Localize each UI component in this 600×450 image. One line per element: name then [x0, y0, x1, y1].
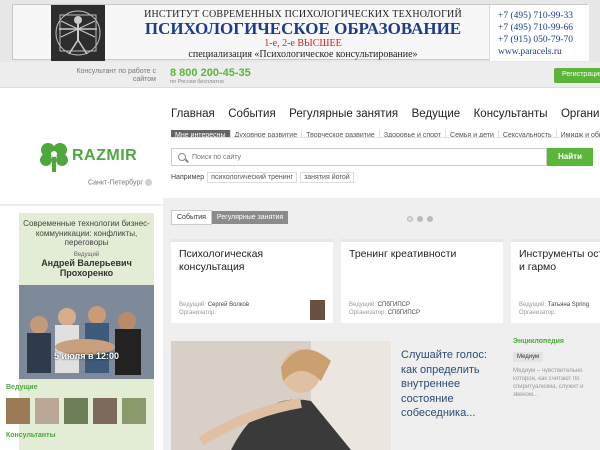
header-strip: Консультант по работе с сайтом 8 800 200…: [0, 62, 600, 88]
city-selector[interactable]: Санкт-Петербург: [88, 179, 152, 186]
city-name: Санкт-Петербург: [88, 179, 143, 187]
leader-name[interactable]: Татьяна Spring: [548, 302, 589, 308]
search-examples: Например психологический тренинг занятия й…: [171, 172, 354, 183]
leader-name[interactable]: Сергей Волков: [208, 302, 249, 308]
hotline-number[interactable]: 8 800 200-45-35: [170, 67, 251, 79]
search-icon: [178, 153, 186, 161]
promo-photo: [19, 285, 154, 379]
category-interests[interactable]: Мне интересны: [171, 130, 231, 137]
carousel-dots: [407, 209, 437, 227]
encyclopedia-block: Энциклопедия Медиум Медиум – чувствитель…: [513, 338, 600, 450]
banner-phone-1: +7 (495) 710-99-33: [498, 11, 574, 21]
example-tag[interactable]: занятия йогой: [300, 172, 354, 183]
site-consultant-note[interactable]: Консультант по работе с сайтом: [72, 68, 156, 84]
leaders-avatars: [6, 398, 156, 428]
nav-item-events[interactable]: События: [228, 108, 275, 120]
consultants-heading[interactable]: Консультанты: [6, 432, 56, 439]
event-title[interactable]: Инструменты оста в балансе и гармо: [519, 248, 600, 274]
examples-label: Например: [171, 174, 205, 181]
nav-item-home[interactable]: Главная: [171, 108, 215, 120]
carousel-dot[interactable]: [427, 216, 433, 222]
hotline: 8 800 200-45-35 по России бесплатно: [170, 67, 251, 85]
tree-icon: [40, 143, 68, 172]
top-banner[interactable]: ИНСТИТУТ СОВРЕМЕННЫХ ПСИХОЛОГИЧЕСКИХ ТЕХ…: [0, 0, 600, 62]
category-spiritual[interactable]: Духовное развитие: [231, 130, 303, 137]
category-image[interactable]: Имидж и обр: [557, 130, 600, 137]
leader-name[interactable]: СПбГИПСР: [378, 302, 410, 308]
event-card[interactable]: Тренинг креативности Ведущий: СПбГИПСР О…: [341, 239, 503, 323]
banner-phone-2: +7 (495) 710-99-66: [498, 23, 574, 33]
example-tag[interactable]: психологический тренинг: [207, 172, 298, 183]
search-box: [171, 148, 547, 166]
encyclopedia-excerpt: Медиум – чувствительно которое, как счит…: [513, 368, 584, 398]
register-button[interactable]: Регистрация: [554, 68, 600, 83]
banner-degree: 1-е, 2-е ВЫСШЕЕ: [264, 38, 342, 49]
hotline-note: по России бесплатно: [170, 79, 224, 85]
organizer-label: Организатор:: [349, 310, 387, 316]
leader-label: Ведущий:: [349, 302, 377, 308]
event-card[interactable]: Инструменты оста в балансе и гармо Ведущ…: [511, 239, 600, 323]
avatar[interactable]: [35, 398, 59, 424]
tab-regular[interactable]: Регулярные занятия: [211, 211, 289, 224]
avatar[interactable]: [64, 398, 88, 424]
events-section: События Регулярные занятия Психологическа…: [163, 198, 600, 450]
avatar[interactable]: [93, 398, 117, 424]
leader-label: Ведущий:: [519, 302, 547, 308]
events-tabs: События Регулярные занятия: [171, 206, 289, 225]
carousel-dot[interactable]: [417, 216, 423, 222]
encyclopedia-term[interactable]: Медиум: [513, 352, 544, 362]
organizer-name[interactable]: СПбГИПСР: [388, 310, 420, 316]
leader-label: Ведущий:: [179, 302, 207, 308]
avatar[interactable]: [6, 398, 30, 424]
nav-item-regular[interactable]: Регулярные занятия: [289, 108, 398, 120]
divider: [0, 204, 163, 206]
organizer-label: Организатор:: [519, 310, 557, 316]
page: ИНСТИТУТ СОВРЕМЕННЫХ ПСИХОЛОГИЧЕСКИХ ТЕХ…: [0, 0, 600, 450]
leaders-heading[interactable]: Ведущие: [6, 384, 37, 391]
carousel-dot[interactable]: [407, 216, 413, 222]
article-title[interactable]: Слушайте голос: как определить внутренне…: [401, 348, 501, 421]
main-nav: Главная События Регулярные занятия Ведущ…: [171, 104, 600, 120]
chevron-down-icon: [144, 179, 152, 186]
logo-wordmark: RAZMIR: [72, 147, 138, 164]
event-meta: Ведущий: Сергей Волков Организатор:: [179, 301, 249, 317]
category-nav: Мне интересны Духовное развитие Творческое…: [171, 124, 600, 138]
vitruvian-man-logo: [51, 5, 105, 61]
promo-leader-name: Андрей Валерьевич Прохоренко: [41, 257, 132, 278]
category-sexuality[interactable]: Сексуальность: [499, 130, 557, 137]
organizer-label: Организатор:: [179, 310, 217, 316]
tab-events[interactable]: События: [171, 210, 212, 225]
banner-phone-3: +7 (915) 050-79-70: [498, 35, 574, 45]
event-card[interactable]: Психологическая консультация Ведущий: Се…: [171, 239, 333, 323]
promo-date: 5 июля в 12:00: [53, 351, 120, 361]
banner-specialization: специализация «Психологическое консульти…: [188, 49, 418, 60]
nav-item-organizations[interactable]: Организации: [561, 108, 600, 120]
banner-website[interactable]: www.paracels.ru: [498, 46, 589, 58]
article-image[interactable]: [171, 341, 391, 450]
event-meta: Ведущий: СПбГИПСР Организатор: СПбГИПСР: [349, 301, 420, 317]
event-meta: Ведущий: Татьяна Spring Организатор:: [519, 301, 589, 317]
avatar[interactable]: [122, 398, 146, 424]
event-title[interactable]: Психологическая консультация: [179, 248, 329, 274]
ad-banner[interactable]: ИНСТИТУТ СОВРЕМЕННЫХ ПСИХОЛОГИЧЕСКИХ ТЕХ…: [12, 4, 589, 61]
leader-photo[interactable]: [310, 300, 325, 320]
category-health[interactable]: Здоровье и спорт: [380, 130, 447, 137]
banner-headline: ПСИХОЛОГИЧЕСКОЕ ОБРАЗОВАНИЕ: [144, 19, 462, 38]
search-button[interactable]: Найти: [547, 148, 593, 166]
razmir-logo[interactable]: RAZMIR: [38, 140, 158, 174]
search-input[interactable]: [192, 151, 532, 164]
left-sidebar: RAZMIR Санкт-Петербург Современные техно…: [0, 88, 163, 450]
banner-contacts: +7 (495) 710-99-33 +7 (495) 710-99-66 +7…: [489, 5, 589, 61]
category-creative[interactable]: Творческое развитие: [302, 130, 380, 137]
category-family[interactable]: Семья и дети: [446, 130, 499, 137]
promo-title: Современные технологии бизнес-коммуникац…: [23, 219, 150, 247]
nav-item-consultants[interactable]: Консультанты: [474, 108, 548, 120]
encyclopedia-heading[interactable]: Энциклопедия: [513, 338, 600, 345]
event-title[interactable]: Тренинг креативности: [349, 248, 499, 261]
banner-text-block: ИНСТИТУТ СОВРЕМЕННЫХ ПСИХОЛОГИЧЕСКИХ ТЕХ…: [121, 5, 485, 61]
nav-item-leaders[interactable]: Ведущие: [412, 108, 461, 120]
